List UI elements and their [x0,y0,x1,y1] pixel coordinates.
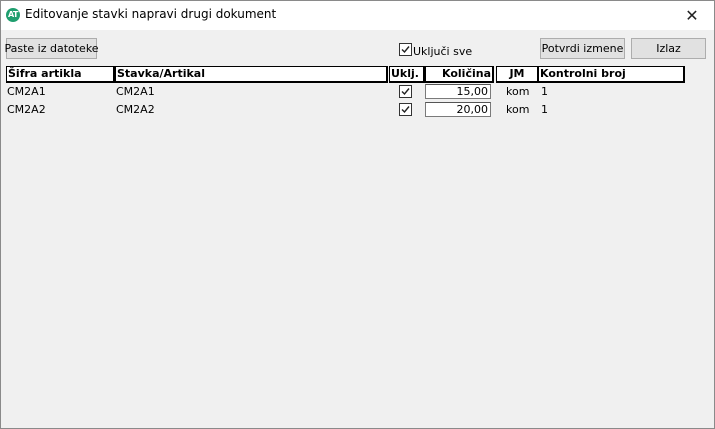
dialog-window: AT Editovanje stavki napravi drugi dokum… [0,0,715,429]
quantity-input[interactable]: 20,00 [425,102,491,117]
checkmark-icon [401,46,410,54]
app-logo-icon: AT [6,8,20,22]
confirm-changes-button[interactable]: Potvrdi izmene [540,38,625,59]
column-header-kontrolni-broj[interactable]: Kontrolni broj [538,66,685,83]
checkmark-icon [401,106,410,114]
select-all-checkbox[interactable] [399,43,412,56]
paste-from-file-button[interactable]: Paste iz datoteke [4,38,99,59]
select-all-label: Uključi sve [413,45,473,58]
checkmark-icon [401,88,410,96]
exit-button[interactable]: Izlaz [631,38,706,59]
row-include-checkbox[interactable] [399,85,412,98]
cell-jm: kom [506,103,530,116]
row-include-checkbox[interactable] [399,103,412,116]
quantity-input[interactable]: 15,00 [425,84,491,99]
column-header-stavka[interactable]: Stavka/Artikal [115,66,388,83]
column-header-kolicina[interactable]: Količina [425,66,494,83]
window-title: Editovanje stavki napravi drugi dokument [25,7,277,21]
column-header-jm[interactable]: JM [496,66,539,83]
close-icon[interactable]: ✕ [670,1,714,30]
cell-stavka: CM2A2 [116,103,155,116]
cell-kontrolni-broj: 1 [541,85,548,98]
cell-jm: kom [506,85,530,98]
title-bar: AT Editovanje stavki napravi drugi dokum… [1,1,714,30]
cell-stavka: CM2A1 [116,85,155,98]
column-header-ukljuceno[interactable]: Uklj. [389,66,425,83]
column-header-sifra[interactable]: Šifra artikla [6,66,115,83]
cell-sifra: CM2A1 [7,85,46,98]
cell-sifra: CM2A2 [7,103,46,116]
cell-kontrolni-broj: 1 [541,103,548,116]
